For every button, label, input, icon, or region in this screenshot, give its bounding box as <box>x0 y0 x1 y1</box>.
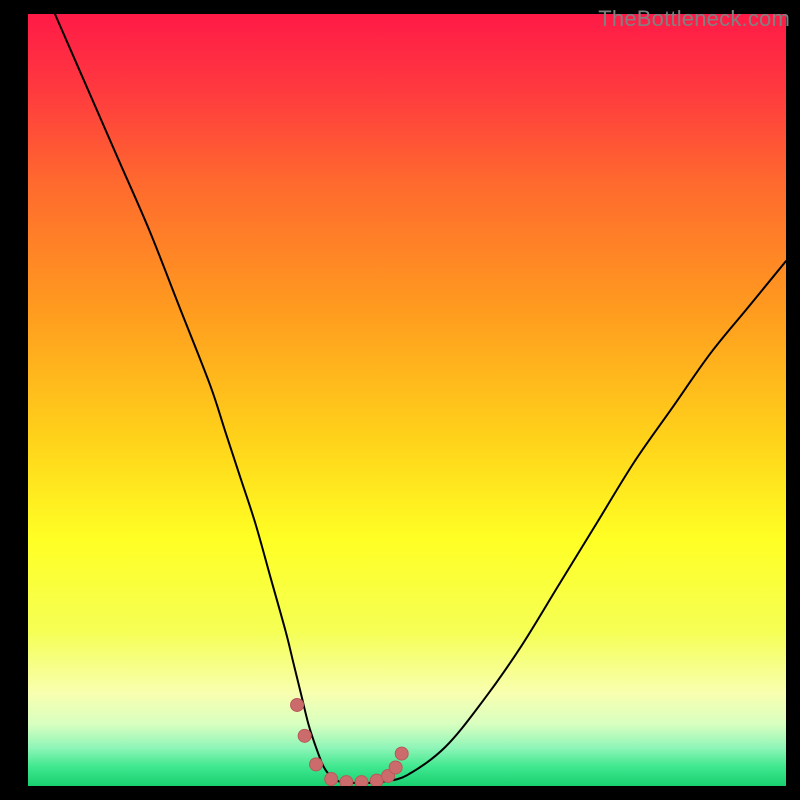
highlight-marker <box>340 776 353 786</box>
highlight-marker <box>291 698 304 711</box>
highlight-marker <box>389 761 402 774</box>
highlight-marker <box>395 747 408 760</box>
highlight-marker <box>298 729 311 742</box>
highlight-marker <box>325 773 338 786</box>
highlight-marker <box>355 776 368 786</box>
chart-stage: TheBottleneck.com <box>0 0 800 800</box>
plot-area <box>28 14 786 786</box>
chart-svg <box>28 14 786 786</box>
highlight-marker <box>310 758 323 771</box>
gradient-background <box>28 14 786 786</box>
watermark-text: TheBottleneck.com <box>598 6 790 32</box>
